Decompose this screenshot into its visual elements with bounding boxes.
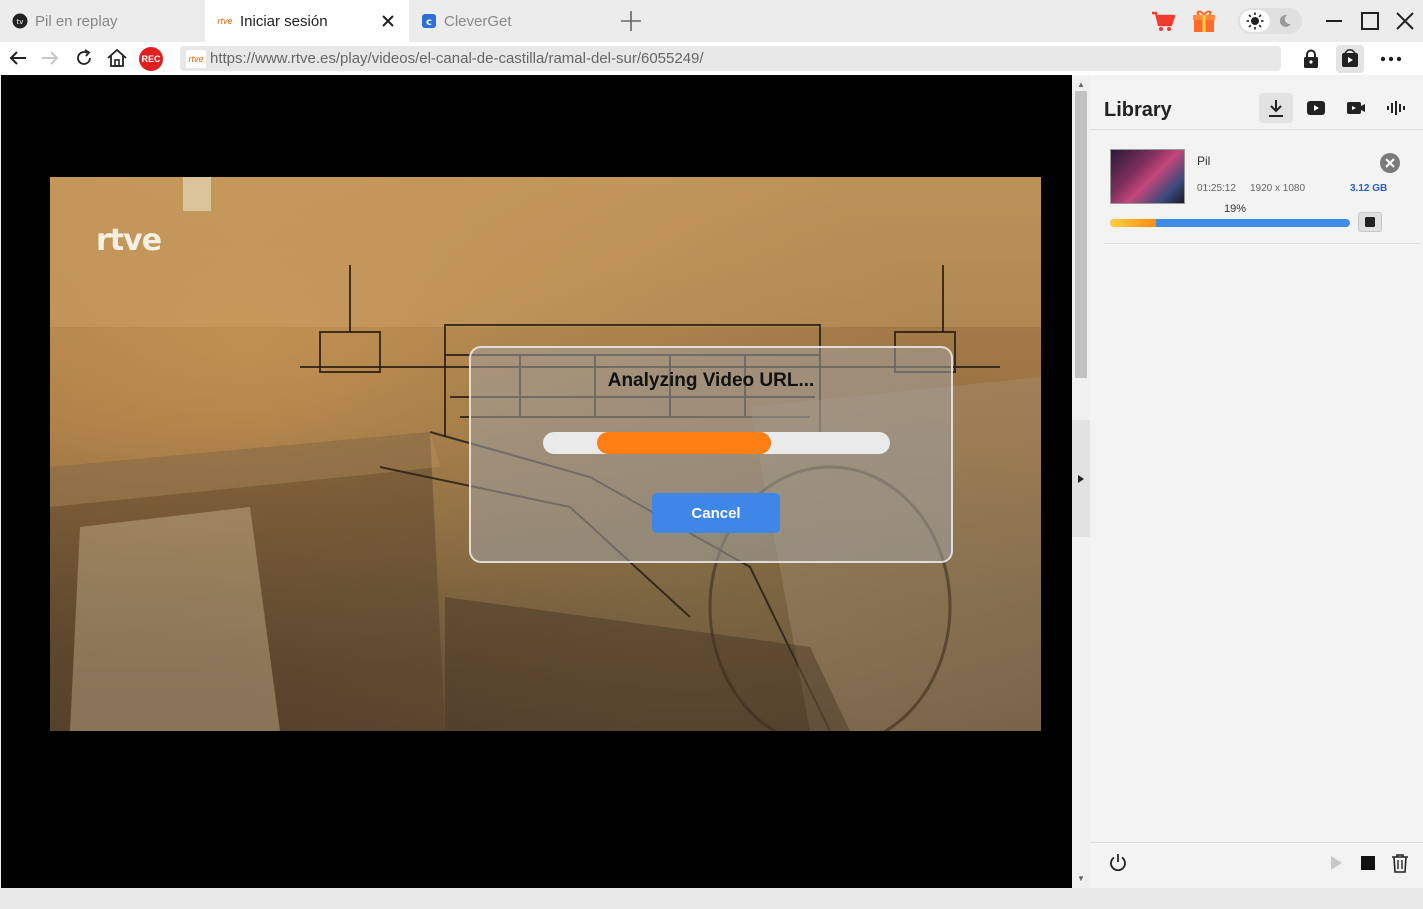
tab-iniciar-sesion[interactable]: rtve Iniciar sesión xyxy=(205,0,409,42)
tv-icon: tv xyxy=(12,13,28,29)
audio-icon[interactable] xyxy=(1379,93,1413,123)
scrollbar-thumb[interactable] xyxy=(1075,91,1087,378)
analyzing-progress-bar xyxy=(543,432,890,454)
caret-right-icon xyxy=(1078,474,1084,483)
analyzing-progress-indicator xyxy=(597,432,771,454)
svg-text:c: c xyxy=(426,17,432,28)
item-divider xyxy=(1104,243,1420,244)
forward-icon[interactable] xyxy=(38,46,62,70)
scroll-up-icon[interactable]: ▲ xyxy=(1076,79,1086,89)
collapse-panel-handle[interactable] xyxy=(1072,420,1090,537)
power-icon[interactable] xyxy=(1106,851,1130,875)
item-progress-fill xyxy=(1110,219,1156,227)
home-icon[interactable] xyxy=(105,46,129,70)
site-favicon: rtve xyxy=(186,49,206,68)
analyzing-dialog: Analyzing Video URL... Cancel xyxy=(469,346,953,563)
sun-icon[interactable] xyxy=(1240,10,1270,32)
svg-text:tv: tv xyxy=(17,18,24,26)
scroll-down-icon[interactable]: ▼ xyxy=(1076,873,1086,883)
record-button[interactable]: REC xyxy=(139,47,163,71)
item-duration: 01:25:12 xyxy=(1197,183,1236,194)
close-tab-icon[interactable] xyxy=(379,12,397,30)
new-tab-button[interactable] xyxy=(618,8,644,34)
cleverget-icon: c xyxy=(421,13,437,29)
item-resolution: 1920 x 1080 xyxy=(1250,183,1306,194)
lock-icon[interactable] xyxy=(1297,45,1325,73)
more-options-icon[interactable] xyxy=(1377,45,1405,73)
address-bar[interactable]: rtve xyxy=(180,46,1281,71)
item-progress-bar xyxy=(1110,219,1350,227)
theme-toggle[interactable] xyxy=(1238,8,1302,34)
tab-bar: tv Pil en replay rtve Iniciar sesión c C… xyxy=(0,0,1423,42)
maximize-icon[interactable] xyxy=(1358,6,1382,36)
library-panel: Library Pil 01:25:12 1920 x 1080 3.12 GB… xyxy=(1090,75,1423,888)
url-input[interactable] xyxy=(210,50,1270,67)
rtve-logo: rtve xyxy=(96,223,162,258)
rtve-favicon: rtve xyxy=(217,16,233,26)
library-title: Library xyxy=(1104,99,1172,121)
plus-icon xyxy=(621,11,641,31)
stop-download-button[interactable] xyxy=(1358,212,1382,232)
tab-label: CleverGet xyxy=(444,12,512,30)
status-bar xyxy=(0,888,1423,909)
remove-item-icon[interactable] xyxy=(1380,153,1400,173)
dialog-title: Analyzing Video URL... xyxy=(607,370,815,391)
footer-divider xyxy=(1090,842,1423,843)
moon-icon[interactable] xyxy=(1270,10,1300,32)
tab-label: Pil en replay xyxy=(35,12,118,30)
tab-label: Iniciar sesión xyxy=(240,12,328,30)
item-title: Pil xyxy=(1197,154,1211,168)
video-player[interactable]: rtve Analyzing Video URL... Cancel xyxy=(1,75,1072,888)
minimize-icon[interactable] xyxy=(1322,6,1346,36)
item-size: 3.12 GB xyxy=(1350,183,1388,194)
stop-all-icon[interactable] xyxy=(1356,851,1380,875)
cart-icon[interactable] xyxy=(1148,6,1178,36)
download-icon[interactable] xyxy=(1259,93,1293,123)
navigation-bar: REC rtve xyxy=(0,42,1423,75)
youtube-icon[interactable] xyxy=(1299,93,1333,123)
cancel-button[interactable]: Cancel xyxy=(652,493,780,533)
stop-icon xyxy=(1365,217,1375,227)
tab-cleverget[interactable]: c CleverGet xyxy=(409,0,614,42)
video-thumbnail xyxy=(1110,149,1185,204)
download-video-icon[interactable] xyxy=(1336,45,1364,73)
library-divider xyxy=(1090,129,1423,130)
gift-icon[interactable] xyxy=(1189,6,1219,36)
item-progress-label: 19% xyxy=(1224,203,1247,215)
reload-icon[interactable] xyxy=(72,46,96,70)
play-all-icon[interactable] xyxy=(1324,851,1348,875)
tab-pil-en-replay[interactable]: tv Pil en replay xyxy=(0,0,205,42)
back-icon[interactable] xyxy=(6,46,30,70)
download-item: Pil 01:25:12 1920 x 1080 3.12 GB 19% xyxy=(1090,131,1423,244)
video-icon[interactable] xyxy=(1339,93,1373,123)
close-window-icon[interactable] xyxy=(1393,6,1417,36)
panel-splitter: ▲ ▼ xyxy=(1072,75,1090,888)
trash-icon[interactable] xyxy=(1388,851,1412,875)
